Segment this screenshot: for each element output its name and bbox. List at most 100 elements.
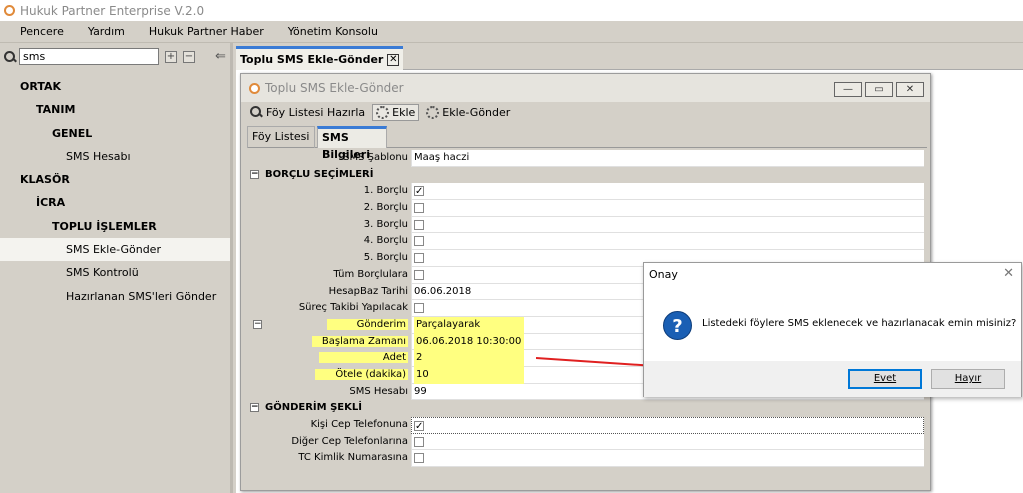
collapse-icon[interactable]: − bbox=[250, 403, 259, 413]
ekle-label: Ekle bbox=[392, 105, 416, 119]
menu-yardim[interactable]: Yardım bbox=[88, 25, 125, 38]
sekil-row: TC Kimlik Numarasına bbox=[247, 450, 924, 468]
tab-close-icon[interactable]: ✕ bbox=[387, 53, 400, 66]
search-icon bbox=[250, 105, 263, 119]
borclu-3-cell bbox=[411, 216, 924, 234]
tree-item-sms-hesabi[interactable]: SMS Hesabı bbox=[0, 145, 230, 168]
borclu-row: 1. Borçlu bbox=[247, 183, 924, 201]
sablon-label: SMS Şablonu bbox=[343, 152, 408, 163]
section-gonderim-sekli: − GÖNDERİM ŞEKLİ bbox=[247, 400, 924, 417]
section-borclu: − BORÇLU SEÇİMLERİ bbox=[247, 166, 924, 184]
baslama-field[interactable]: 06.06.2018 10:30:00 bbox=[414, 333, 524, 351]
search-input[interactable] bbox=[19, 48, 159, 65]
sablon-row: SMS Şablonu Maaş haczi bbox=[247, 150, 924, 167]
menubar: Pencere Yardım Hukuk Partner Haber Yönet… bbox=[0, 21, 1023, 43]
loading-icon bbox=[426, 105, 440, 119]
diger-cep-checkbox[interactable] bbox=[414, 436, 424, 447]
tc-kimlik-cell bbox=[411, 450, 924, 468]
navigation-panel: + − ⇐ ORTAK TANIM GENEL SMS Hesabı KLASÖ… bbox=[0, 43, 233, 493]
subwindow-toolbar: Föy Listesi Hazırla Ekle Ekle-Gönder bbox=[247, 102, 517, 122]
tab-foy-listesi[interactable]: Föy Listesi bbox=[247, 126, 315, 148]
ekle-gonder-label: Ekle-Gönder bbox=[442, 105, 511, 119]
subwindow-logo-icon bbox=[249, 82, 260, 94]
ekle-button[interactable]: Ekle bbox=[372, 103, 420, 121]
surec-label: Süreç Takibi Yapılacak bbox=[298, 302, 408, 314]
sablon-field[interactable]: Maaş haczi bbox=[411, 150, 924, 167]
tab-label: Toplu SMS Ekle-Gönder bbox=[240, 53, 384, 66]
dialog-title: Onay bbox=[649, 268, 678, 281]
tree-item-ortak[interactable]: ORTAK bbox=[0, 75, 230, 98]
add-button[interactable]: + bbox=[165, 50, 177, 63]
tree-item-genel[interactable]: GENEL bbox=[0, 122, 230, 145]
otele-label-cell: Ötele (dakika) bbox=[247, 367, 411, 384]
tree-item-sms-ekle-gonder[interactable]: SMS Ekle-Gönder bbox=[0, 238, 230, 262]
tree-item-klasor[interactable]: KLASÖR bbox=[0, 168, 230, 191]
tc-kimlik-label: TC Kimlik Numarasına bbox=[298, 452, 408, 464]
tc-kimlik-checkbox[interactable] bbox=[414, 453, 424, 464]
adet-field[interactable]: 2 bbox=[414, 350, 524, 367]
minimize-button[interactable]: — bbox=[834, 82, 862, 97]
borclu-row: 4. Borçlu bbox=[247, 233, 924, 251]
window-controls: — ▭ ✕ bbox=[831, 82, 924, 97]
menu-yonetim-konsolu[interactable]: Yönetim Konsolu bbox=[288, 25, 378, 38]
subwindow-tabs: Föy Listesi SMS Bilgileri bbox=[247, 124, 927, 161]
tab-sms-bilgileri[interactable]: SMS Bilgileri bbox=[317, 126, 387, 161]
gonderim-label: Gönderim bbox=[326, 318, 408, 330]
sms-hesabi-label: SMS Hesabı bbox=[349, 385, 408, 397]
diger-cep-cell bbox=[411, 433, 924, 451]
menu-pencere[interactable]: Pencere bbox=[20, 25, 64, 38]
borclu-4-cell bbox=[411, 233, 924, 251]
borclu-row: 3. Borçlu bbox=[247, 216, 924, 234]
borclu-1-checkbox[interactable] bbox=[414, 184, 424, 201]
kisi-cep-cell bbox=[411, 417, 924, 436]
section-borclu-title: BORÇLU SEÇİMLERİ bbox=[265, 168, 374, 180]
tum-borclulara-label: Tüm Borçlulara bbox=[333, 268, 408, 280]
search-icon bbox=[3, 50, 17, 64]
dialog-close-icon[interactable]: ✕ bbox=[1003, 266, 1014, 281]
borclu-1-cell bbox=[411, 183, 924, 201]
borclu-2-checkbox[interactable] bbox=[414, 203, 424, 214]
app-titlebar: Hukuk Partner Enterprise V.2.0 bbox=[0, 0, 1023, 21]
surec-checkbox[interactable] bbox=[414, 303, 424, 314]
main-tabbar: Toplu SMS Ekle-Gönder ✕ bbox=[236, 43, 1023, 70]
app-logo-icon bbox=[4, 5, 15, 16]
collapse-arrow-icon[interactable]: ⇐ bbox=[215, 49, 226, 64]
gonderim-label-cell: − Gönderim bbox=[247, 317, 411, 334]
nav-tree: ORTAK TANIM GENEL SMS Hesabı KLASÖR İCRA… bbox=[0, 75, 230, 308]
borclu-4-label: 4. Borçlu bbox=[363, 235, 408, 247]
tab-toplu-sms[interactable]: Toplu SMS Ekle-Gönder ✕ bbox=[236, 46, 404, 70]
yes-button[interactable]: Evet bbox=[848, 369, 922, 389]
tree-item-tanim[interactable]: TANIM bbox=[0, 98, 230, 121]
subwindow-title: Toplu SMS Ekle-Gönder bbox=[265, 81, 404, 95]
otele-field[interactable]: 10 bbox=[414, 366, 524, 384]
adet-label-cell: Adet bbox=[247, 350, 411, 367]
tree-item-sms-kontrolu[interactable]: SMS Kontrolü bbox=[0, 261, 230, 284]
kisi-cep-checkbox[interactable] bbox=[414, 419, 424, 436]
remove-button[interactable]: − bbox=[183, 50, 195, 63]
kisi-cep-label: Kişi Cep Telefonuna bbox=[310, 419, 408, 430]
borclu-3-label: 3. Borçlu bbox=[363, 218, 408, 230]
tum-borclulara-checkbox[interactable] bbox=[414, 269, 424, 280]
tree-item-hazirlanan-smsleri-gonder[interactable]: Hazırlanan SMS'leri Gönder bbox=[0, 285, 230, 308]
borclu-3-checkbox[interactable] bbox=[414, 219, 424, 230]
close-button[interactable]: ✕ bbox=[896, 82, 924, 97]
adet-label: Adet bbox=[318, 352, 408, 364]
tree-item-toplu-islemler[interactable]: TOPLU İŞLEMLER bbox=[0, 215, 230, 238]
restore-button[interactable]: ▭ bbox=[865, 82, 893, 97]
no-button[interactable]: Hayır bbox=[931, 369, 1005, 389]
collapse-icon[interactable]: − bbox=[253, 319, 262, 329]
ekle-gonder-button[interactable]: Ekle-Gönder bbox=[423, 105, 513, 120]
collapse-icon[interactable]: − bbox=[250, 169, 259, 179]
dialog-footer: Evet Hayır bbox=[644, 361, 1021, 397]
borclu-4-checkbox[interactable] bbox=[414, 236, 424, 247]
borclu-2-label: 2. Borçlu bbox=[363, 202, 408, 214]
borclu-5-checkbox[interactable] bbox=[414, 253, 424, 264]
confirm-dialog: Onay ✕ ? Listedeki föylere SMS eklenecek… bbox=[643, 262, 1022, 397]
sekil-row: Kişi Cep Telefonuna bbox=[247, 417, 924, 436]
section-gonderim-title: GÖNDERİM ŞEKLİ bbox=[265, 402, 362, 414]
section-borclu-header: − BORÇLU SEÇİMLERİ bbox=[247, 166, 924, 184]
foy-listesi-hazirla-button[interactable]: Föy Listesi Hazırla bbox=[247, 105, 368, 120]
borclu-row: 2. Borçlu bbox=[247, 200, 924, 217]
menu-haber[interactable]: Hukuk Partner Haber bbox=[149, 25, 264, 38]
tree-item-icra[interactable]: İCRA bbox=[0, 191, 230, 214]
